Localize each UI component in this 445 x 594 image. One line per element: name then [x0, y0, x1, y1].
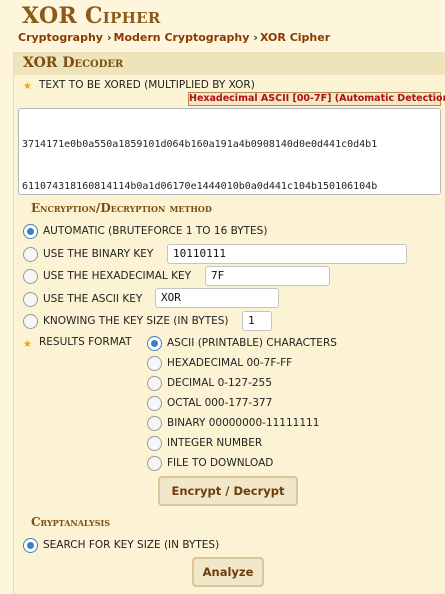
radio-format-file[interactable]: [147, 456, 162, 471]
results-format-label: Results format: [39, 336, 132, 348]
results-star-icon: ★: [23, 339, 32, 350]
radio-format-binary[interactable]: [147, 416, 162, 431]
breadcrumb-modern-cryptography[interactable]: Modern Cryptography: [114, 31, 250, 44]
binary-key-label[interactable]: Use the binary key: [43, 248, 153, 260]
format-file-label[interactable]: File to download: [167, 457, 273, 469]
radio-hex-key[interactable]: [23, 269, 38, 284]
hex-key-input[interactable]: 7F: [205, 266, 330, 286]
ciphertext-input[interactable]: 3714171e0b0a550a1859101d064b160a191a4b09…: [18, 108, 441, 195]
search-key-size-label[interactable]: Search for key size (in bytes): [43, 539, 219, 551]
format-binary-label[interactable]: Binary 00000000-11111111: [167, 417, 319, 429]
radio-format-ascii[interactable]: [147, 336, 162, 351]
radio-format-hex[interactable]: [147, 356, 162, 371]
breadcrumb-separator: ›: [253, 31, 258, 44]
radio-automatic[interactable]: [23, 224, 38, 239]
decoder-title: XOR Decoder: [14, 52, 445, 75]
ascii-key-input[interactable]: XOR: [155, 288, 279, 308]
cryptanalysis-title: Cryptanalysis: [31, 515, 111, 529]
analyze-button[interactable]: Analyze: [192, 557, 264, 587]
radio-binary-key[interactable]: [23, 247, 38, 262]
radio-format-integer[interactable]: [147, 436, 162, 451]
breadcrumb-cryptography[interactable]: Cryptography: [18, 31, 103, 44]
format-integer-label[interactable]: Integer number: [167, 437, 262, 449]
format-hex-label[interactable]: Hexadecimal 00-7F-FF: [167, 357, 292, 369]
radio-format-octal[interactable]: [147, 396, 162, 411]
page-header: XOR Cipher Cryptography › Modern Cryptogra…: [0, 0, 445, 50]
radio-search-key-size[interactable]: [23, 538, 38, 553]
binary-key-input[interactable]: 10110111: [167, 244, 407, 264]
input-label: Text to be xored (multiplied by XOR): [39, 79, 255, 91]
radio-key-size[interactable]: [23, 314, 38, 329]
page-title: XOR Cipher: [22, 3, 161, 29]
required-star-icon: ★: [23, 81, 32, 92]
format-decimal-label[interactable]: Decimal 0-127-255: [167, 377, 272, 389]
breadcrumb-separator: ›: [106, 31, 112, 44]
ciphertext-line: 611074318160814114b0a1d06170e1444010b0a0…: [22, 181, 378, 192]
hex-key-label[interactable]: Use the hexadecimal key: [43, 270, 191, 282]
method-title: Encryption/Decryption method: [31, 201, 212, 215]
breadcrumb-xor-cipher[interactable]: XOR Cipher: [260, 31, 330, 44]
radio-ascii-key[interactable]: [23, 292, 38, 307]
key-size-input[interactable]: 1: [242, 311, 272, 331]
breadcrumb: Cryptography › Modern Cryptography › XOR Cip…: [18, 31, 330, 44]
ciphertext-line: 3714171e0b0a550a1859101d064b160a191a4b09…: [22, 139, 378, 150]
key-size-label[interactable]: Knowing the key size (in bytes): [43, 315, 229, 327]
encrypt-decrypt-button[interactable]: Encrypt / Decrypt: [158, 476, 298, 506]
xor-decoder-panel: XOR Decoder ★ Text to be xored (multipli…: [13, 52, 445, 594]
radio-format-decimal[interactable]: [147, 376, 162, 391]
detection-badge: Hexadecimal ASCII [00-7F] (Automatic Det…: [188, 92, 445, 106]
ascii-key-label[interactable]: Use the ASCII key: [43, 293, 142, 305]
automatic-label[interactable]: Automatic (Bruteforce 1 to 16 bytes): [43, 225, 267, 237]
format-octal-label[interactable]: Octal 000-177-377: [167, 397, 272, 409]
format-ascii-label[interactable]: ASCII (printable) characters: [167, 337, 337, 349]
